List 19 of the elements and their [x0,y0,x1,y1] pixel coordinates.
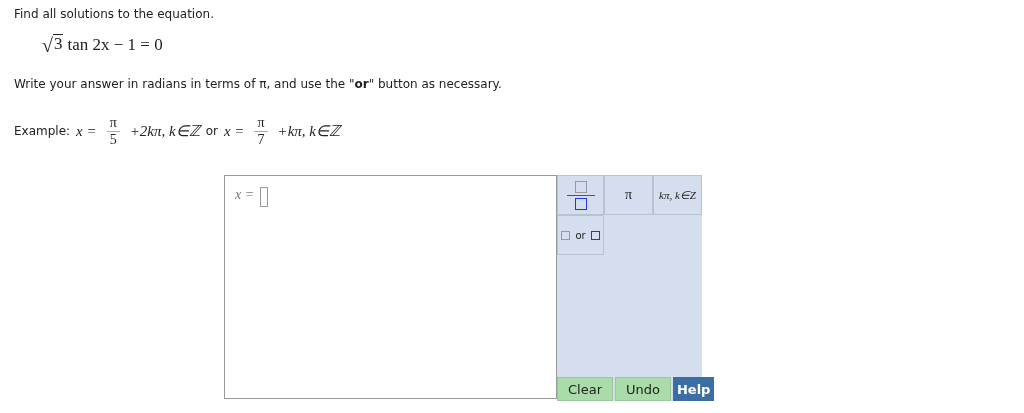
example-term: +kπ, k∈ℤ [277,122,340,140]
answer-field[interactable]: x = [224,175,557,399]
example-lhs: x = [76,122,97,140]
or-button[interactable]: or [557,215,604,255]
instruction-text: Write your answer in radians in terms of π, and use the "or" button as necessary. [14,77,503,91]
example-term: +2kπ, k∈ℤ [129,122,200,140]
example-fraction: π 5 [106,114,120,148]
action-button[interactable]: Undo [615,377,671,401]
equation: √3 tan 2x − 1 = 0 [42,32,164,58]
symbol-button[interactable]: kπ, k∈Z [653,175,702,215]
example-fraction: π 7 [254,114,268,148]
prompt-text: Find all solutions to the equation. [14,7,215,21]
example-lhs: x = [223,122,245,140]
fraction-button[interactable] [557,175,604,215]
symbol-button[interactable]: π [604,175,653,215]
help-button[interactable]: Help [672,377,715,401]
action-button[interactable]: Clear [557,377,613,401]
example-label: Example: [14,124,71,138]
or-text: or [205,124,218,138]
